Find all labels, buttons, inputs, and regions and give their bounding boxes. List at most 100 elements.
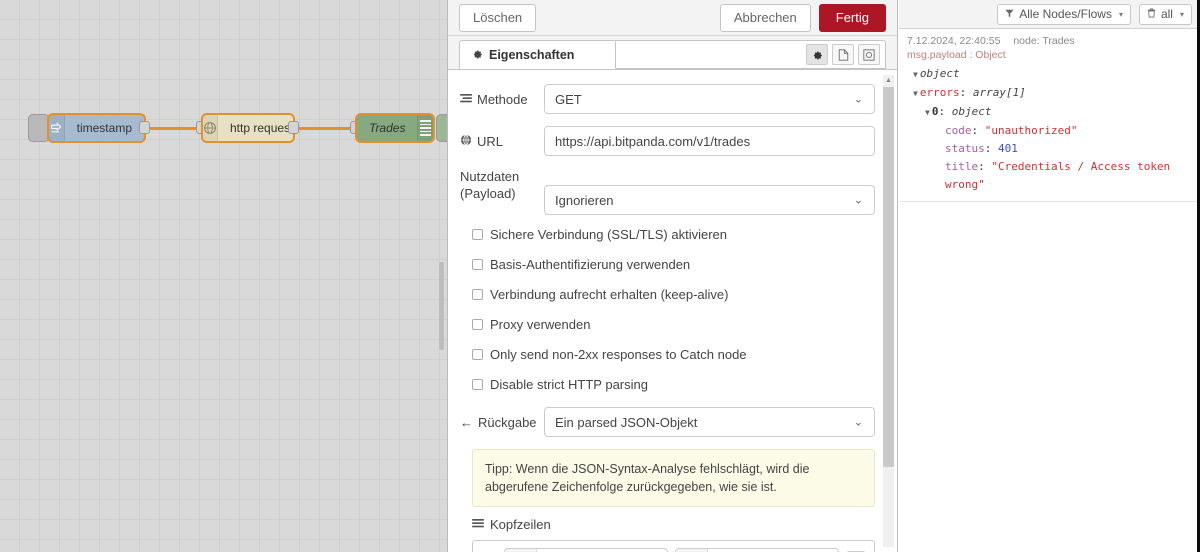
description-icon[interactable] [832, 44, 854, 65]
method-label: Methode [477, 91, 528, 107]
checkbox-ssl[interactable]: Sichere Verbindung (SSL/TLS) aktivieren [460, 227, 875, 242]
done-button[interactable]: Fertig [818, 3, 886, 32]
tree-node-index-0[interactable]: ▼ 0: object [907, 103, 1192, 122]
checkbox-proxy-label: Proxy verwenden [490, 317, 591, 332]
editor-tabs: Eigenschaften [448, 36, 897, 70]
checkbox-basic-auth-label: Basis-Authentifizierung verwenden [490, 257, 691, 272]
twisty-icon[interactable]: ▼ [925, 108, 930, 117]
checkbox-box[interactable] [472, 259, 483, 270]
return-label-group: ← Rückgabe [460, 414, 544, 431]
checkbox-strict-parsing[interactable]: Disable strict HTTP parsing [460, 377, 875, 392]
payload-select[interactable]: Ignorieren ⌄ [544, 185, 875, 215]
return-select[interactable]: Ein parsed JSON-Objekt ⌄ [544, 407, 875, 437]
tab-properties-label: Eigenschaften [489, 48, 575, 62]
debug-clear-button[interactable]: all ▾ [1138, 3, 1192, 25]
debug-message[interactable]: 7.12.2024, 22:40:55 node: Trades msg.pay… [899, 29, 1200, 202]
node-trades[interactable]: Trades [356, 114, 434, 142]
tree-node-errors[interactable]: ▼ errors: array[1] [907, 84, 1192, 103]
globe-icon [460, 133, 472, 150]
tree-key: code [945, 124, 972, 137]
node-timestamp-label: timestamp [76, 121, 132, 135]
globe-icon [203, 115, 218, 141]
tree-node-status: status: 401 [945, 142, 1018, 155]
arrow-left-icon: ← [460, 414, 473, 430]
inject-arrow-icon [49, 115, 65, 141]
debug-toolbar: Alle Nodes/Flows ▾ all ▾ [899, 0, 1200, 29]
chevron-down-icon: ▾ [1179, 9, 1184, 19]
checkbox-basic-auth[interactable]: Basis-Authentifizierung verwenden [460, 257, 875, 272]
node-partial-left[interactable] [28, 114, 50, 142]
tree-key: status [945, 142, 985, 155]
checkbox-box[interactable] [472, 349, 483, 360]
node-edit-panel: Löschen Abbrechen Fertig Eigenschaften M… [439, 0, 898, 552]
list-icon [460, 91, 472, 108]
debug-lines-icon [417, 115, 433, 141]
tree-value: 401 [998, 142, 1018, 155]
checkbox-box[interactable] [472, 319, 483, 330]
node-partial-right[interactable] [436, 114, 447, 142]
url-label: URL [477, 133, 504, 149]
chevron-down-icon: ⌄ [853, 194, 863, 207]
tab-properties[interactable]: Eigenschaften [459, 40, 616, 69]
row-return: ← Rückgabe Ein parsed JSON-Objekt ⌄ [460, 407, 875, 437]
checkbox-proxy[interactable]: Proxy verwenden [460, 317, 875, 332]
scroll-up-arrow-icon[interactable]: ▲ [883, 75, 894, 86]
chevron-down-icon: ⌄ [853, 93, 863, 106]
checkbox-box[interactable] [472, 289, 483, 300]
delete-button[interactable]: Löschen [459, 3, 537, 32]
tree-node-code: code: "unauthorized" [945, 124, 1078, 137]
settings-icon[interactable] [806, 44, 828, 65]
debug-message-node[interactable]: node: Trades [1013, 35, 1074, 47]
port-output-http[interactable] [288, 121, 299, 134]
debug-clear-label: all [1160, 7, 1173, 21]
debug-message-topic: msg.payload : Object [907, 49, 1006, 61]
tree-node-object[interactable]: ▼ object [907, 65, 1192, 84]
debug-panel: Alle Nodes/Flows ▾ all ▾ 7.12.2024, 22:4… [899, 0, 1200, 552]
url-label-group: URL [460, 133, 544, 150]
checkbox-box[interactable] [472, 229, 483, 240]
flow-canvas[interactable]: timestamp http request Trades [0, 0, 447, 552]
checkbox-ssl-label: Sichere Verbindung (SSL/TLS) aktivieren [490, 227, 728, 242]
tree-type: object [919, 67, 960, 80]
header-key-input[interactable]: ▾ az X-Api-Key [504, 548, 668, 552]
chevron-down-icon: ⌄ [853, 416, 863, 429]
tree-type: object [951, 105, 992, 118]
editor-scrollbar-thumb[interactable] [883, 87, 894, 467]
debug-filter-button[interactable]: Alle Nodes/Flows ▾ [997, 3, 1131, 25]
list-icon [472, 517, 484, 532]
tree-type: array[1] [972, 86, 1026, 99]
twisty-icon[interactable]: ▼ [913, 89, 918, 98]
checkbox-keepalive-label: Verbindung aufrecht erhalten (keep-alive… [490, 287, 729, 302]
row-method: Methode GET ⌄ [460, 84, 875, 114]
tree-key: errors [919, 86, 960, 99]
chevron-down-icon: ▾ [1118, 9, 1123, 19]
cancel-button[interactable]: Abbrechen [719, 3, 811, 32]
editor-scrollbar[interactable]: ▲ [883, 75, 894, 547]
method-value: GET [555, 91, 582, 107]
url-input[interactable]: https://api.bitpanda.com/v1/trades [544, 126, 875, 156]
editor-header: Löschen Abbrechen Fertig [448, 0, 897, 36]
node-trades-label: Trades [369, 121, 406, 135]
checkbox-keepalive[interactable]: Verbindung aufrecht erhalten (keep-alive… [460, 287, 875, 302]
checkbox-group: Sichere Verbindung (SSL/TLS) aktivieren … [460, 227, 875, 392]
checkbox-strict-parsing-label: Disable strict HTTP parsing [490, 377, 648, 392]
tab-actions-bar [615, 40, 886, 69]
header-value-input[interactable]: ▾ az MeinKey [675, 548, 839, 552]
header-row: ▾ az X-Api-Key ▾ az MeinKey × [481, 548, 866, 552]
node-timestamp[interactable]: timestamp [48, 114, 145, 142]
tree-node-title: title: "Credentials / Access token wrong… [945, 160, 1171, 191]
payload-label-line2: (Payload) [460, 186, 516, 201]
url-value: https://api.bitpanda.com/v1/trades [555, 133, 751, 149]
appearance-icon[interactable] [858, 44, 880, 65]
trash-icon [1147, 7, 1156, 21]
port-output-timestamp[interactable] [139, 121, 150, 134]
twisty-icon[interactable]: ▼ [913, 70, 918, 79]
checkbox-non2xx[interactable]: Only send non-2xx responses to Catch nod… [460, 347, 875, 362]
tree-value: "unauthorized" [984, 124, 1078, 137]
tree-key: title [945, 160, 979, 173]
payload-value: Ignorieren [555, 192, 614, 208]
node-http-request[interactable]: http request [202, 114, 294, 142]
panel-resize-handle[interactable] [439, 262, 444, 350]
method-select[interactable]: GET ⌄ [544, 84, 875, 114]
checkbox-box[interactable] [472, 379, 483, 390]
